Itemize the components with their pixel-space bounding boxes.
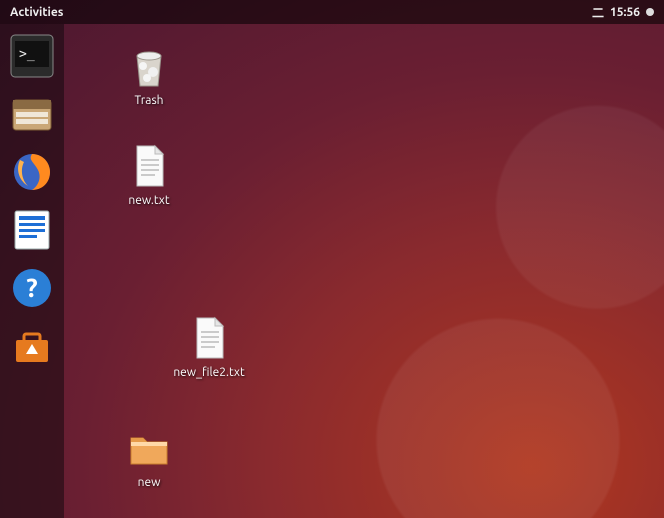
- launcher-writer[interactable]: [10, 208, 54, 252]
- launcher-terminal[interactable]: >_: [10, 34, 54, 78]
- desktop-icon-label: new_file2.txt: [164, 366, 254, 380]
- svg-text:>_: >_: [19, 47, 35, 62]
- desktop[interactable]: Trash new.txt new_file2.txt new: [64, 24, 664, 518]
- launcher-software[interactable]: [10, 324, 54, 368]
- status-indicator-icon: [646, 8, 654, 16]
- clock: 15:56: [610, 6, 640, 19]
- launcher-help[interactable]: ?: [10, 266, 54, 310]
- desktop-icon-trash[interactable]: Trash: [104, 42, 194, 108]
- desktop-icon-label: Trash: [104, 94, 194, 108]
- text-file-icon: [125, 142, 173, 190]
- svg-text:?: ?: [26, 273, 37, 302]
- trash-icon: [125, 42, 173, 90]
- status-area[interactable]: 二 15:56: [592, 4, 654, 21]
- launcher-firefox[interactable]: [10, 150, 54, 194]
- top-bar: Activities 二 15:56: [0, 0, 664, 24]
- text-file-icon: [185, 314, 233, 362]
- weekday-glyph: 二: [592, 4, 604, 21]
- launcher-dock: >_ ?: [0, 24, 64, 518]
- desktop-icon-label: new: [104, 476, 194, 490]
- activities-button[interactable]: Activities: [10, 6, 63, 19]
- launcher-files[interactable]: [10, 92, 54, 136]
- folder-icon: [125, 424, 173, 472]
- desktop-icon-new-file2[interactable]: new_file2.txt: [164, 314, 254, 380]
- desktop-icon-label: new.txt: [104, 194, 194, 208]
- desktop-icon-new-folder[interactable]: new: [104, 424, 194, 490]
- desktop-icon-new-txt[interactable]: new.txt: [104, 142, 194, 208]
